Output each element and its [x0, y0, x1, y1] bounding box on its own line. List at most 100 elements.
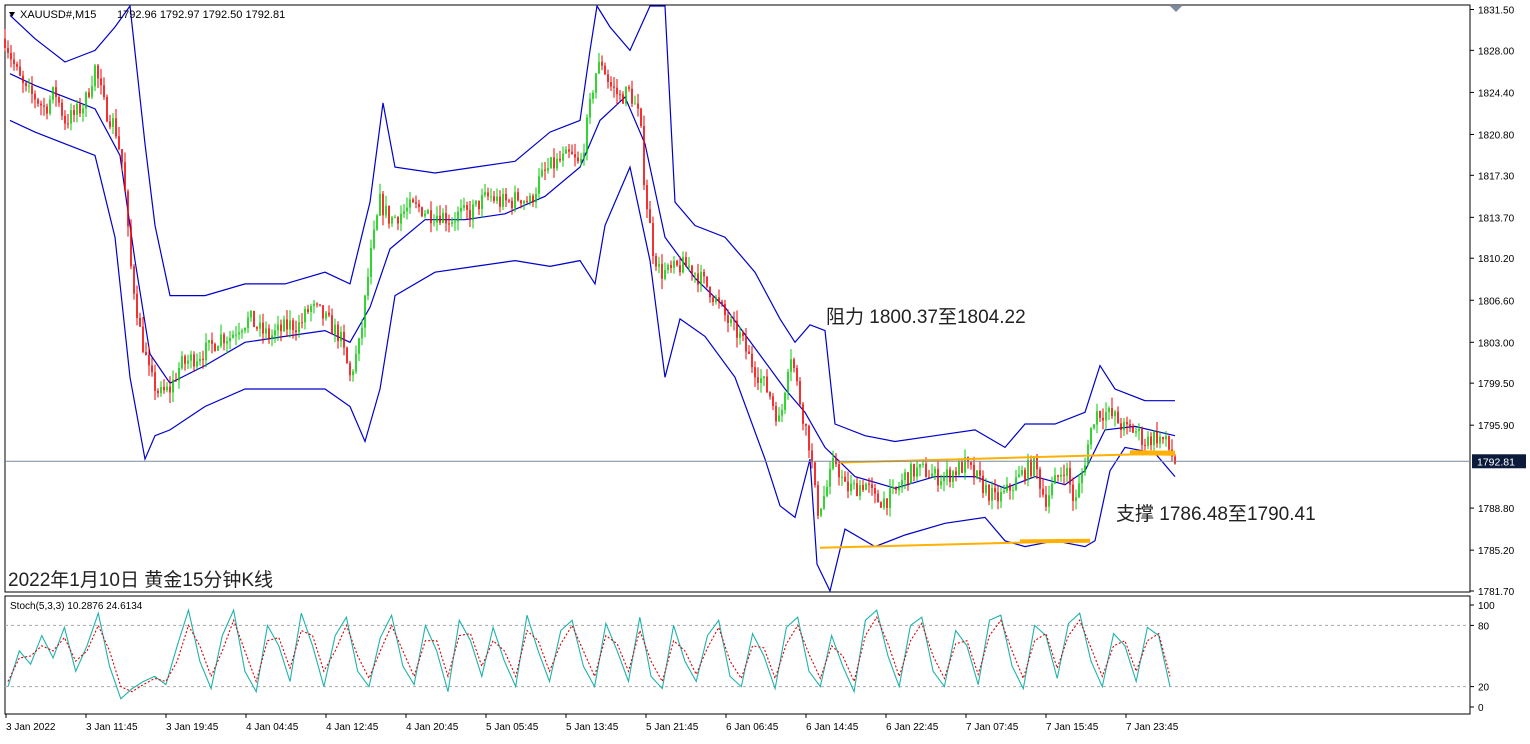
candle-body — [394, 217, 396, 219]
candle-body — [901, 480, 903, 488]
candle-body — [148, 355, 150, 366]
candle-body — [982, 475, 984, 494]
candle-body — [337, 324, 339, 342]
candle-body — [433, 222, 435, 224]
candle-body — [304, 309, 306, 323]
candle-body — [1069, 467, 1071, 485]
candle-body — [961, 462, 963, 473]
candle-body — [40, 103, 42, 106]
time-tick-label: 3 Jan 2022 — [6, 722, 56, 733]
candle-body — [25, 83, 27, 87]
candle-body — [943, 476, 945, 482]
candle-body — [73, 110, 75, 115]
candle-body — [850, 483, 852, 492]
candle-body — [655, 256, 657, 267]
candle-body — [580, 158, 582, 162]
candle-body — [388, 205, 390, 224]
candle-body — [328, 312, 330, 316]
candle-body — [355, 353, 357, 372]
candle-body — [94, 65, 96, 87]
time-tick-label: 4 Jan 12:45 — [326, 722, 379, 733]
resistance-annotation: 阻力 1800.37至1804.22 — [826, 306, 1026, 328]
candle-body — [721, 301, 723, 304]
candle-body — [499, 196, 501, 207]
candle-body — [187, 360, 189, 364]
candle-body — [754, 367, 756, 378]
candle-body — [937, 468, 939, 486]
candle-body — [718, 297, 720, 302]
price-tick-label: 1817.30 — [1478, 171, 1515, 182]
candle-body — [790, 359, 792, 372]
chart-canvas: 1831.50 1828.00 1824.40 1820.80 1817.30 1813.… — [4, 4, 1526, 733]
candle-body — [397, 217, 399, 224]
candle-body — [358, 338, 360, 354]
candle-body — [58, 97, 60, 103]
candle-body — [1045, 494, 1047, 507]
price-tick-label: 1831.50 — [1478, 6, 1515, 17]
candle-body — [280, 324, 282, 332]
candle-body — [484, 192, 486, 196]
candle-body — [79, 104, 81, 114]
candle-body — [10, 52, 12, 60]
price-tick-label: 1785.20 — [1478, 546, 1515, 557]
price-tick-label: 1803.00 — [1478, 338, 1515, 349]
candle-body — [859, 485, 861, 497]
candle-body — [922, 463, 924, 465]
candle-body — [556, 158, 558, 169]
price-tick-label: 1781.70 — [1478, 587, 1515, 598]
candle-body — [814, 462, 816, 486]
candle-body — [109, 121, 111, 127]
candle-body — [262, 322, 264, 334]
candle-body — [889, 488, 891, 508]
candle-body — [691, 265, 693, 275]
candle-body — [439, 215, 441, 223]
candle-body — [802, 404, 804, 424]
candle-body — [772, 396, 774, 407]
candle-body — [673, 260, 675, 268]
candle-body — [1117, 411, 1119, 424]
candle-body — [664, 270, 666, 279]
candle-body — [931, 473, 933, 477]
candle-body — [244, 328, 246, 331]
candle-body — [886, 498, 888, 508]
candle-body — [1072, 484, 1074, 501]
candle-body — [853, 483, 855, 485]
candle-body — [67, 123, 69, 125]
candle-body — [76, 104, 78, 115]
candle-body — [898, 487, 900, 491]
candle-body — [874, 487, 876, 494]
candle-body — [373, 229, 375, 248]
candle-body — [217, 346, 219, 351]
candle-body — [466, 205, 468, 210]
candle-body — [1033, 456, 1035, 476]
candle-body — [913, 464, 915, 477]
candle-body — [445, 212, 447, 224]
candle-body — [340, 332, 342, 342]
candle-body — [361, 327, 363, 339]
candle-body — [820, 508, 822, 516]
candle-body — [634, 103, 636, 105]
candle-body — [172, 379, 174, 393]
candle-body — [160, 387, 162, 394]
candle-body — [868, 483, 870, 485]
candle-body — [1000, 492, 1002, 502]
price-tick-label: 1824.40 — [1478, 88, 1515, 99]
candle-body — [1009, 484, 1011, 491]
candle-body — [670, 264, 672, 268]
candle-body — [85, 92, 87, 109]
candle-body — [1132, 426, 1134, 433]
candle-body — [784, 392, 786, 410]
candle-body — [739, 332, 741, 338]
candle-body — [1102, 417, 1104, 421]
candle-body — [838, 464, 840, 478]
candle-body — [526, 200, 528, 203]
candle-body — [223, 334, 225, 344]
candle-body — [733, 319, 735, 321]
candle-body — [676, 260, 678, 266]
candle-body — [955, 471, 957, 475]
candle-body — [988, 484, 990, 501]
candle-body — [322, 305, 324, 319]
candle-body — [748, 351, 750, 354]
candle-body — [181, 356, 183, 369]
candle-body — [589, 98, 591, 118]
